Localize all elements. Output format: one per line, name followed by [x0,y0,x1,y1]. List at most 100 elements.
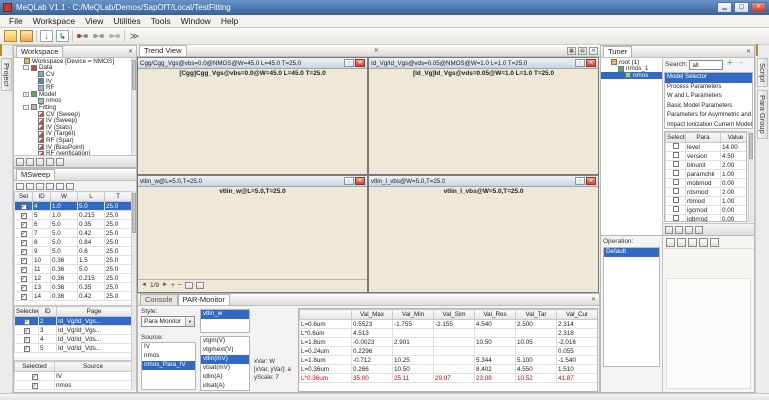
ws-tool-icon-2[interactable] [26,158,34,166]
checkbox[interactable]: ✓ [24,337,30,343]
list-item[interactable]: vtsat(mV) [201,364,249,373]
plot-close-button[interactable]: ✕ [586,177,596,185]
column-header[interactable]: ID [33,192,51,202]
tree-item[interactable]: nmos [601,72,662,79]
table-row[interactable]: L=0.24um0.22960.055 [300,347,598,356]
checkbox[interactable] [673,161,679,167]
tab-msweep[interactable]: MSweep [16,169,55,180]
tune-tool-icon-1[interactable] [666,238,675,247]
plot-close-button[interactable]: ✕ [355,59,365,67]
menu-utilities[interactable]: Utilities [108,16,145,26]
table-row[interactable]: ✓120.360.21525.0 [15,274,132,283]
style-combobox[interactable]: Para Monitor ▼ [141,316,195,327]
param-group-item[interactable]: Model Selector [665,73,752,83]
plot-window-idvg[interactable]: Id_Vg/Id_Vgs@vds=0.05@NMOS@W=1.0 L=1.0 T… [368,57,599,175]
msweep-scrollbar[interactable] [131,191,136,390]
list-item[interactable]: vtgmext(V) [201,346,249,355]
plot-titlebar[interactable]: vtlin_w@L=5.0,T=25.0 ▫✕ [138,176,367,187]
checkbox[interactable] [673,197,679,203]
checkbox[interactable] [673,170,679,176]
close-all-icon[interactable]: ✕ [589,47,598,55]
toolbar-overflow-icon[interactable]: ≫ [128,30,141,42]
table-row[interactable]: L*0.6um4.5132.318 [300,329,598,338]
menu-file[interactable]: File [4,16,28,26]
menu-tools[interactable]: Tools [146,16,176,26]
table-row[interactable]: ✓130.360.3525.0 [15,283,132,292]
list-item[interactable]: Default [604,248,659,257]
pager-next-icon[interactable]: ► [162,282,168,288]
tree-item[interactable]: nmos [14,98,131,105]
table-row[interactable]: ✓85.00.8425.0 [15,238,132,247]
table-row[interactable]: ✓5Id_Vd/Id_Vds... [15,344,132,353]
menu-view[interactable]: View [80,16,108,26]
list-item[interactable]: vtlin(mV) [201,355,249,364]
close-button[interactable]: ✕ [751,2,766,13]
link-gray-icon[interactable] [92,30,105,42]
cascade-windows-icon[interactable]: ▤ [578,47,587,55]
checkbox[interactable]: ✓ [32,383,38,389]
menu-help[interactable]: Help [216,16,243,26]
grid-view-icon[interactable] [66,183,74,190]
table-row[interactable]: ✓IV [15,372,132,381]
checkbox[interactable] [673,152,679,158]
tuner-tool-icon-3[interactable] [685,226,693,234]
tuner-tool-icon-2[interactable] [675,226,683,234]
panel-close-icon[interactable]: ✕ [128,48,134,55]
list-view-icon[interactable] [56,183,64,190]
ws-tool-icon-5[interactable] [56,158,64,166]
checkbox[interactable]: ✓ [21,231,27,237]
list-item[interactable]: nmos_Para_IV [142,361,195,370]
list-item[interactable]: nmos [142,352,195,361]
checkbox[interactable] [673,215,679,221]
checkbox[interactable] [673,206,679,212]
table-row[interactable]: paramchk1.00 [666,170,748,179]
tree-item[interactable]: IV [14,78,131,85]
tree-item[interactable]: Workspace [Device = NMOS] [14,58,131,65]
pager-tool-icon-1[interactable] [185,282,193,289]
tune-tool-icon-4[interactable] [699,238,708,247]
table-row[interactable]: ✓65.00.3525.0 [15,220,132,229]
checkbox[interactable]: ✓ [21,204,27,210]
column-header[interactable]: Page [57,307,132,317]
plot-window-cgg[interactable]: Cgg/Cgg_Vgs@vbs=0.0@NMOS@W=45.0 L=45.0 T… [137,57,368,175]
zoom-in-icon[interactable]: + [171,282,175,289]
panel-close-icon[interactable]: ✕ [746,48,752,55]
tab-tuner[interactable]: Tuner [603,46,632,57]
list-item[interactable]: vtlin_w [201,310,249,319]
checkbox[interactable]: ✓ [21,294,27,300]
tree-item[interactable]: nmos_1 [601,66,662,73]
param-group-item[interactable]: Impact Ionization Current Model Pa... [665,121,752,130]
table-row[interactable]: rbmod1.00 [666,197,748,206]
link-chain-icon[interactable] [108,30,121,42]
column-header[interactable]: Val_Sim [434,310,475,320]
column-header[interactable]: L [78,192,105,202]
tree-item[interactable]: +Model [14,91,131,98]
table-row[interactable]: ✓140.360.4225.0 [15,292,132,301]
list-item[interactable]: idlin(A) [201,373,249,382]
table-row[interactable]: L*0.36um35.0025.1129.9723.0810.5241.87 [300,374,598,383]
remove-param-icon[interactable]: − [736,60,745,69]
ws-tool-icon-4[interactable] [46,158,54,166]
checkbox[interactable]: ✓ [21,222,27,228]
filter-icon[interactable] [46,183,54,190]
plot-close-button[interactable]: ✕ [355,177,365,185]
open-project-icon[interactable] [20,30,33,42]
tab-console[interactable]: Console [140,294,178,305]
add-param-icon[interactable]: ＋ [725,60,734,69]
plot-minimize-button[interactable]: ▫ [344,177,354,185]
list-item[interactable]: vtgm(V) [201,337,249,346]
param-group-item[interactable]: Parameters for Asymmetric and Bia... [665,111,752,121]
param-group-item[interactable]: W and L Parameters [665,92,752,102]
table-row[interactable]: binunit2.00 [666,161,748,170]
table-row[interactable]: L=1.8um-0.00232.90110.5010.05-2.016 [300,338,598,347]
param-table-scrollbar[interactable] [748,131,753,222]
table-row[interactable]: mobmod0.00 [666,179,748,188]
search-input[interactable]: all [689,60,723,70]
column-header[interactable]: Val_Max [352,310,393,320]
plot-window-vtlin-l[interactable]: vtlin_l_vbs@W=5.0,T=25.0 ▫✕ vtlin_l_vbs@… [368,175,599,293]
column-header[interactable]: Source [55,362,132,372]
tab-script[interactable]: Script [757,58,768,87]
table-row[interactable]: ✓100.361.525.0 [15,256,132,265]
invert-selection-icon[interactable] [36,183,44,190]
panel-close-icon[interactable]: ✕ [591,296,597,303]
